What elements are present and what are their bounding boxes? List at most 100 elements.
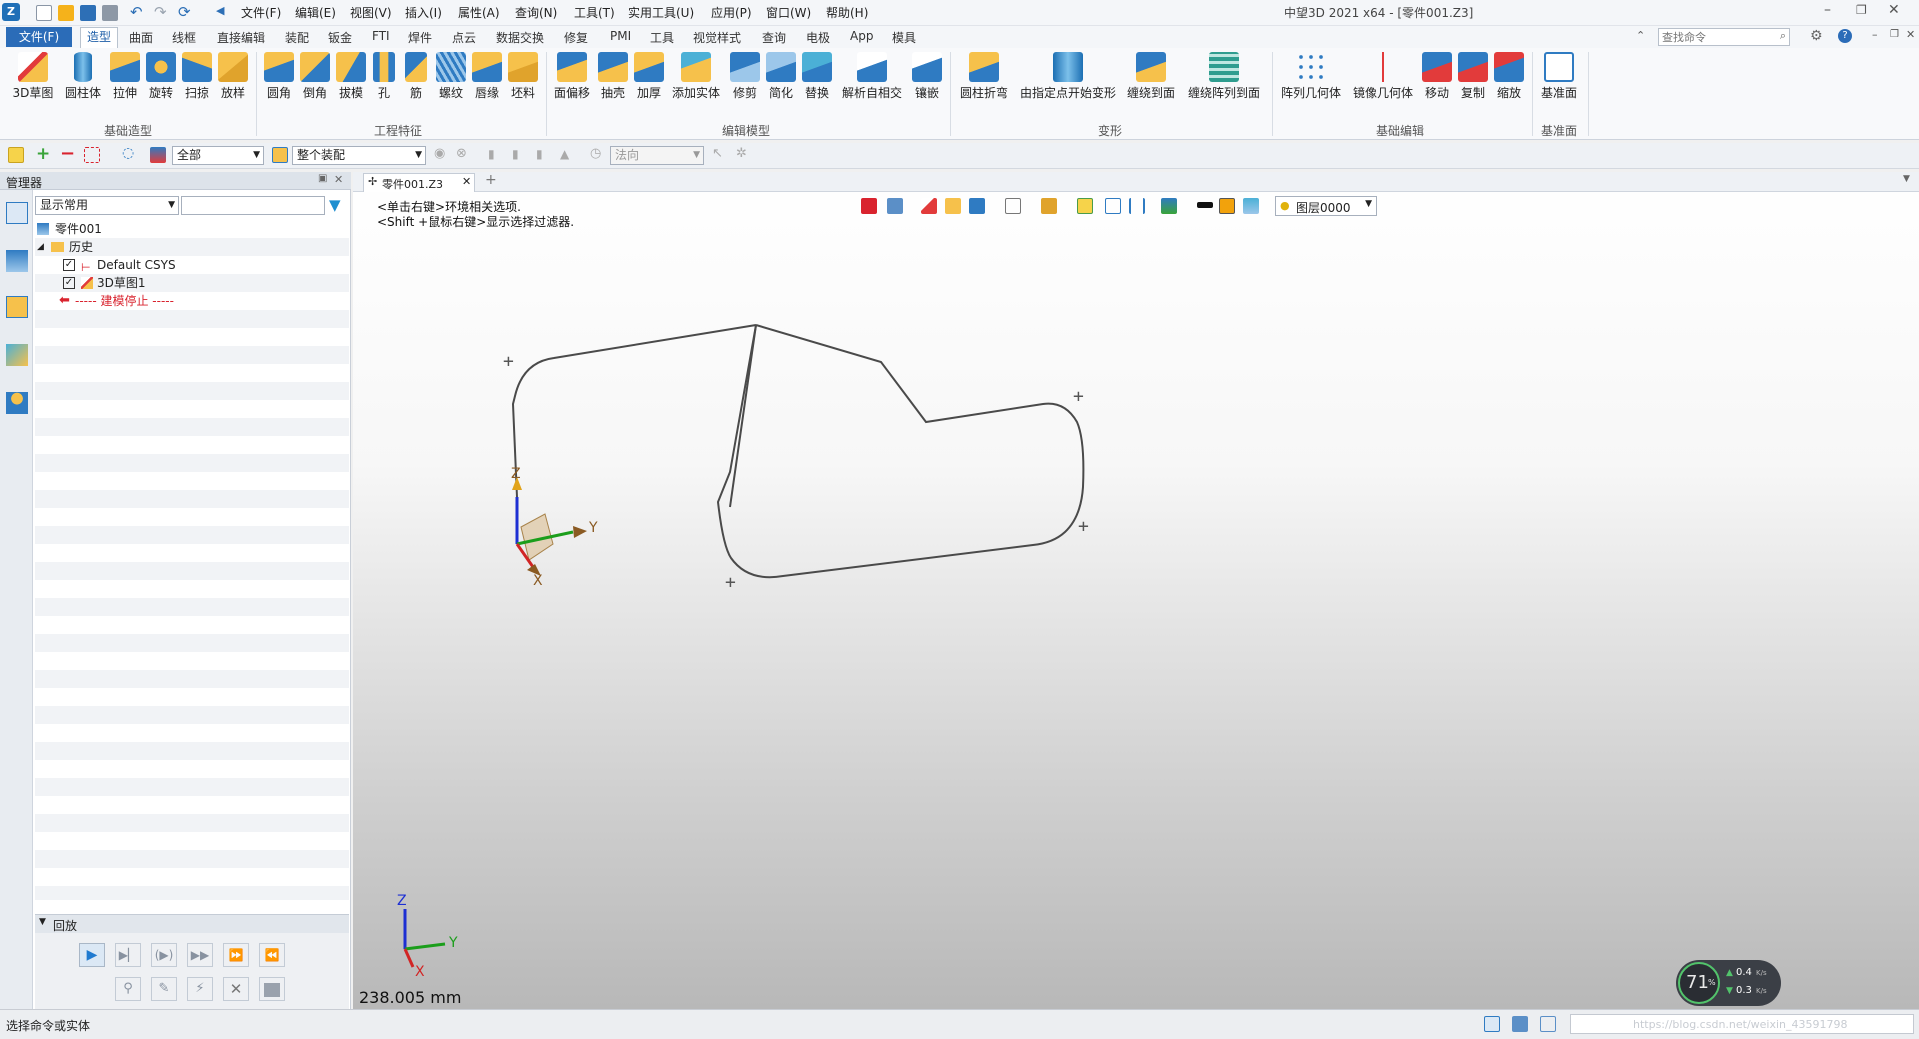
save-icon[interactable] bbox=[80, 5, 96, 21]
sketch-point-marker[interactable]: + bbox=[1078, 518, 1089, 536]
status-input[interactable]: https://blog.csdn.net/weixin_43591798 bbox=[1570, 1014, 1914, 1034]
tab-mold[interactable]: 模具 bbox=[892, 29, 916, 46]
tab-pointcloud[interactable]: 点云 bbox=[452, 29, 476, 46]
tree-node-part[interactable]: 零件001 bbox=[33, 220, 349, 238]
tab-repair[interactable]: 修复 bbox=[564, 29, 588, 46]
sketch-point-marker[interactable]: + bbox=[1073, 388, 1084, 406]
cylinder-bend-button[interactable]: 圆柱折弯 bbox=[956, 52, 1012, 101]
link-button[interactable]: ⚲ bbox=[115, 977, 141, 1001]
pin-panel-icon[interactable]: ▣ bbox=[318, 173, 327, 184]
inlay-button[interactable]: 镶嵌 bbox=[910, 52, 944, 101]
redo-icon[interactable]: ↷ bbox=[154, 3, 167, 21]
refresh-icon[interactable]: ⟳ bbox=[178, 3, 191, 21]
tree-node-default-csys[interactable]: ✓ ⊢ Default CSYS bbox=[33, 256, 349, 274]
collapse-arrow-icon[interactable]: ◢ bbox=[37, 238, 44, 256]
add-icon[interactable]: + bbox=[36, 144, 50, 164]
rewind-button[interactable]: ⏪ bbox=[259, 943, 285, 967]
sketch-canvas[interactable] bbox=[353, 172, 1919, 1009]
direction-select[interactable]: 法向 ▼ bbox=[610, 146, 704, 165]
scale-button[interactable]: 缩放 bbox=[1492, 52, 1526, 101]
filter-icon[interactable] bbox=[150, 147, 166, 163]
open-file-icon[interactable] bbox=[58, 5, 74, 21]
sketch-profile-main[interactable] bbox=[716, 324, 1085, 579]
sketch-profile-inner-edge[interactable] bbox=[729, 324, 757, 508]
file-tab[interactable]: 文件(F) bbox=[6, 27, 72, 47]
gear-small-icon[interactable]: ✲ bbox=[736, 146, 747, 161]
lasso-icon[interactable]: ◌ bbox=[122, 145, 134, 161]
filter-select[interactable]: 全部 ▼ bbox=[172, 146, 264, 165]
status-toggle-icon[interactable] bbox=[1484, 1016, 1500, 1032]
tab-sheetmetal[interactable]: 钣金 bbox=[328, 29, 352, 46]
wrap-pattern-button[interactable]: 缠绕阵列到面 bbox=[1184, 52, 1264, 101]
tab-fti[interactable]: FTI bbox=[372, 29, 390, 43]
replace-button[interactable]: 替换 bbox=[800, 52, 834, 101]
user-icon[interactable] bbox=[6, 392, 28, 414]
play-to-next-button[interactable]: (▶) bbox=[151, 943, 177, 967]
tab-inquire[interactable]: 查询 bbox=[762, 29, 786, 46]
app-logo-icon[interactable]: Z bbox=[2, 3, 20, 21]
tab-visual-style[interactable]: 视觉样式 bbox=[693, 29, 741, 46]
print-icon[interactable] bbox=[102, 5, 118, 21]
revolve-button[interactable]: 旋转 bbox=[144, 52, 178, 101]
draft-button[interactable]: 拔模 bbox=[334, 52, 368, 101]
hole-button[interactable]: 孔 bbox=[370, 52, 398, 101]
play-button[interactable]: ▶ bbox=[79, 943, 105, 967]
deform-from-point-button[interactable]: 由指定点开始变形 bbox=[1018, 52, 1118, 101]
sketch-profile-left[interactable] bbox=[511, 324, 757, 498]
checkbox-checked-icon[interactable]: ✓ bbox=[63, 259, 75, 271]
view-manager-icon[interactable] bbox=[6, 344, 28, 366]
tree-node-3d-sketch[interactable]: ✓ 3D草图1 bbox=[33, 274, 349, 292]
stock-button[interactable]: 坯料 bbox=[506, 52, 540, 101]
cylinder-button[interactable]: 圆柱体 bbox=[62, 52, 104, 101]
datum-plane-button[interactable]: 基准面 bbox=[1538, 52, 1580, 101]
sweep-button[interactable]: 扫掠 bbox=[180, 52, 214, 101]
doc-restore-icon[interactable]: ❐ bbox=[1890, 29, 1899, 40]
menu-tools[interactable]: 工具(T) bbox=[574, 4, 615, 21]
menu-query[interactable]: 查询(N) bbox=[515, 4, 557, 21]
simplify-button[interactable]: 简化 bbox=[764, 52, 798, 101]
play-to-end-button[interactable]: ▶▶ bbox=[187, 943, 213, 967]
command-search-input[interactable] bbox=[1659, 29, 1767, 45]
stop-button[interactable] bbox=[259, 977, 285, 1001]
fillet-button[interactable]: 圆角 bbox=[262, 52, 296, 101]
tree-node-history[interactable]: ◢ 历史 bbox=[33, 238, 349, 256]
thread-button[interactable]: 螺纹 bbox=[434, 52, 468, 101]
pattern-geometry-button[interactable]: 阵列几何体 bbox=[1278, 52, 1344, 101]
rib-button[interactable]: 筋 bbox=[402, 52, 430, 101]
assembly-scope-icon[interactable] bbox=[272, 147, 288, 163]
tab-wireframe[interactable]: 线框 bbox=[172, 29, 196, 46]
menu-view[interactable]: 视图(V) bbox=[350, 4, 392, 21]
wrap-to-face-button[interactable]: 缠绕到面 bbox=[1124, 52, 1178, 101]
self-intersect-button[interactable]: 解析自相交 bbox=[838, 52, 906, 101]
menu-edit[interactable]: 编辑(E) bbox=[295, 4, 336, 21]
add-solid-button[interactable]: 添加实体 bbox=[670, 52, 722, 101]
settings-icon[interactable]: ⚙ bbox=[1810, 28, 1823, 44]
run-button[interactable]: ⚡ bbox=[187, 977, 213, 1001]
lip-button[interactable]: 唇缘 bbox=[470, 52, 504, 101]
edit-button[interactable]: ✎ bbox=[151, 977, 177, 1001]
menu-insert[interactable]: 插入(I) bbox=[405, 4, 442, 21]
fast-forward-button[interactable]: ⏩ bbox=[223, 943, 249, 967]
extrude-button[interactable]: 拉伸 bbox=[108, 52, 142, 101]
tab-pmi[interactable]: PMI bbox=[610, 29, 631, 43]
shell-button[interactable]: 抽壳 bbox=[596, 52, 630, 101]
checkbox-checked-icon[interactable]: ✓ bbox=[63, 277, 75, 289]
tab-tools[interactable]: 工具 bbox=[650, 29, 674, 46]
move-button[interactable]: 移动 bbox=[1420, 52, 1454, 101]
collapse-ribbon-icon[interactable]: ⌃ bbox=[1636, 29, 1645, 42]
part-library-icon[interactable] bbox=[6, 296, 28, 318]
snap-icon[interactable]: ⊗ bbox=[456, 146, 467, 161]
undo-icon[interactable]: ↶ bbox=[130, 3, 143, 21]
scope-select[interactable]: 整个装配 ▼ bbox=[292, 146, 426, 165]
pick-icon[interactable]: ↖ bbox=[712, 146, 723, 161]
tab-weldment[interactable]: 焊件 bbox=[408, 29, 432, 46]
close-icon[interactable]: ✕ bbox=[1888, 2, 1900, 18]
graphics-viewport[interactable]: ✢ 零件001.Z3 ✕ + ▼ <单击右键>环境相关选项. <Shift +鼠… bbox=[353, 172, 1919, 1009]
box-select-icon[interactable] bbox=[84, 147, 100, 163]
chamfer-button[interactable]: 倒角 bbox=[298, 52, 332, 101]
tree-node-rollback-bar[interactable]: ⬅ ----- 建模停止 ----- bbox=[33, 292, 349, 310]
sketch-3d-button[interactable]: 3D草图 bbox=[12, 52, 54, 101]
clock-icon[interactable]: ◷ bbox=[590, 146, 601, 161]
menu-window[interactable]: 窗口(W) bbox=[766, 4, 811, 21]
tab-assembly[interactable]: 装配 bbox=[285, 29, 309, 46]
